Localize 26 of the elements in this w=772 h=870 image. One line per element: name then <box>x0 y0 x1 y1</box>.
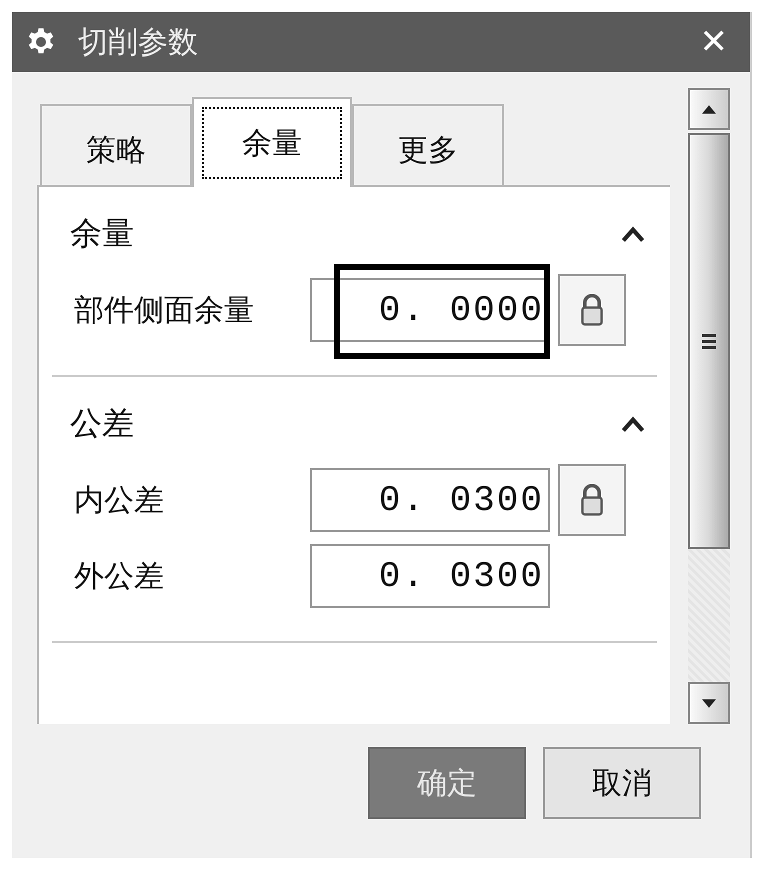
dialog-button[interactable]: 取消 <box>543 747 701 819</box>
padlock-icon <box>580 294 604 326</box>
scroll-up-button[interactable] <box>688 88 730 130</box>
window-title: 切削参数 <box>78 24 199 62</box>
field-label: 部件侧面余量 <box>73 292 255 330</box>
tab[interactable]: 余量 <box>192 97 352 187</box>
lock-button[interactable] <box>558 464 626 536</box>
number-field[interactable]: 0. 0300 <box>310 544 550 608</box>
dialog-button[interactable]: 确定 <box>368 747 526 819</box>
up-arrow-icon <box>702 104 716 114</box>
tab[interactable]: 策略 <box>40 104 192 185</box>
scrollbar[interactable] <box>688 88 730 724</box>
down-arrow-icon <box>702 698 716 708</box>
caret-icon[interactable] <box>621 416 645 432</box>
field-label: 外公差 <box>73 558 165 596</box>
caret-icon[interactable] <box>621 226 645 242</box>
field-label: 内公差 <box>73 482 165 520</box>
lock-button[interactable] <box>558 274 626 346</box>
section-title: 余量 <box>70 213 134 254</box>
number-field[interactable]: 0. 0300 <box>310 468 550 532</box>
scroll-down-button[interactable] <box>688 682 730 724</box>
section-title: 公差 <box>70 403 134 444</box>
close-button[interactable]: ✕ <box>692 22 736 62</box>
scroll-thumb[interactable] <box>688 133 730 549</box>
tab[interactable]: 更多 <box>352 104 504 185</box>
padlock-icon <box>580 484 604 516</box>
